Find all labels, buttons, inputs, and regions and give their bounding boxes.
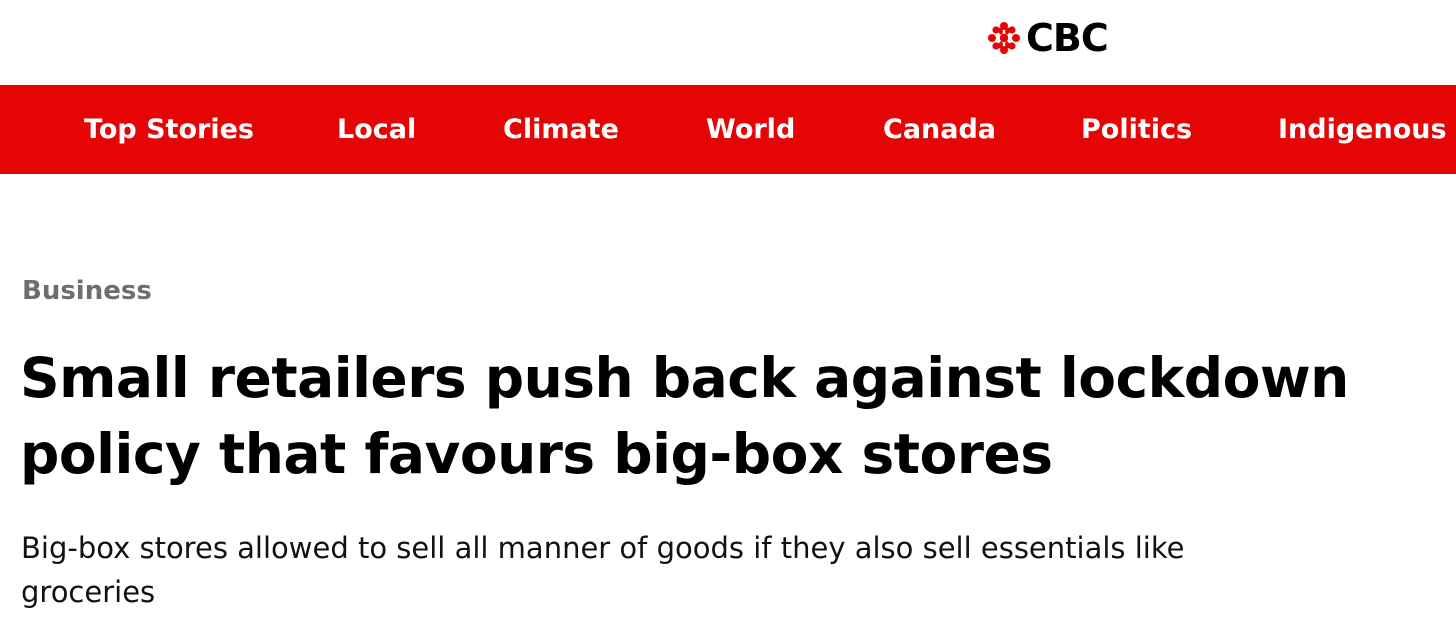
article-headline: Small retailers push back against lockdo… xyxy=(20,340,1420,492)
cbc-logo[interactable]: CBC xyxy=(986,16,1109,60)
nav-item-politics[interactable]: Politics xyxy=(1081,85,1192,174)
section-label[interactable]: Business xyxy=(22,271,152,311)
nav-item-indigenous[interactable]: Indigenous xyxy=(1278,85,1447,174)
headline-line-1: Small retailers push back against lockdo… xyxy=(20,346,1349,410)
cbc-gem-icon xyxy=(988,22,1020,54)
deck-line-1: Big-box stores allowed to sell all manne… xyxy=(21,531,1185,565)
deck-line-2: groceries xyxy=(21,575,156,609)
site-header: CBC xyxy=(0,0,1456,84)
article-deck: Big-box stores allowed to sell all manne… xyxy=(21,526,1421,614)
main-navigation: Top Stories Local Climate World Canada P… xyxy=(0,85,1456,174)
nav-item-climate[interactable]: Climate xyxy=(503,85,619,174)
headline-line-2: policy that favours big-box stores xyxy=(20,422,1053,486)
nav-item-canada[interactable]: Canada xyxy=(883,85,996,174)
nav-item-world[interactable]: World xyxy=(706,85,795,174)
logo-wordmark: CBC xyxy=(1026,16,1109,60)
nav-item-local[interactable]: Local xyxy=(337,85,416,174)
nav-item-top-stories[interactable]: Top Stories xyxy=(84,85,254,174)
